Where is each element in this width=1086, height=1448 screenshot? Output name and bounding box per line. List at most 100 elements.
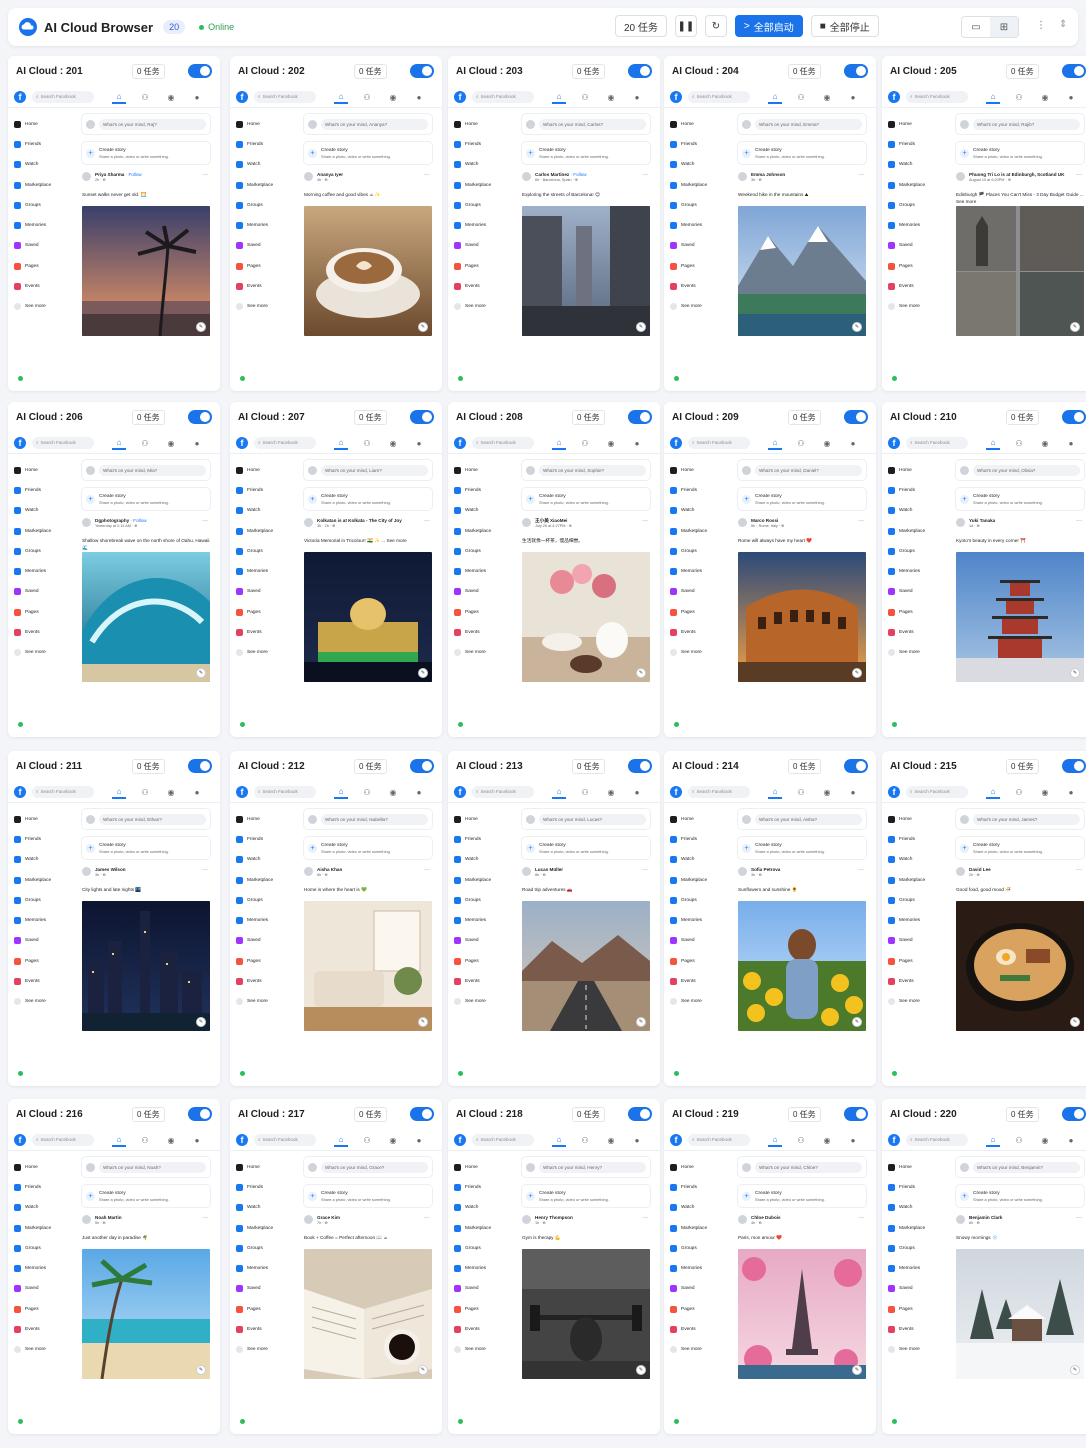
friends-icon[interactable]: ⚇ bbox=[578, 785, 592, 799]
groups-icon[interactable]: ◉ bbox=[820, 90, 834, 104]
profile-icon[interactable]: ● bbox=[1064, 1133, 1078, 1147]
sidebar-item[interactable]: Home bbox=[14, 114, 76, 134]
sidebar-item[interactable]: Pages bbox=[14, 951, 76, 971]
sidebar-item[interactable]: Home bbox=[236, 809, 298, 829]
sidebar-item[interactable]: Pages bbox=[888, 256, 950, 276]
sidebar-item[interactable]: Friends bbox=[236, 134, 298, 154]
power-toggle[interactable] bbox=[844, 64, 868, 78]
power-toggle[interactable] bbox=[844, 410, 868, 424]
post-image[interactable]: ✎ bbox=[304, 206, 432, 336]
sidebar-item[interactable]: See more bbox=[670, 992, 732, 1012]
home-icon[interactable]: ⌂ bbox=[334, 90, 348, 104]
sidebar-item[interactable]: Home bbox=[670, 809, 732, 829]
compose-input[interactable]: What's on your mind, Grace? bbox=[321, 1161, 428, 1173]
sidebar-item[interactable]: Pages bbox=[454, 256, 516, 276]
edit-icon[interactable]: ✎ bbox=[636, 322, 646, 332]
groups-icon[interactable]: ◉ bbox=[604, 1133, 618, 1147]
compose-box[interactable]: What's on your mind, Benjamin? bbox=[956, 1157, 1084, 1177]
home-icon[interactable]: ⌂ bbox=[986, 90, 1000, 104]
post-image[interactable]: ✎ bbox=[82, 901, 210, 1031]
sidebar-item[interactable]: Groups bbox=[14, 1238, 76, 1258]
sidebar-item[interactable]: Pages bbox=[670, 951, 732, 971]
post-image[interactable]: ✎ bbox=[738, 1249, 866, 1379]
sidebar-item[interactable]: Home bbox=[236, 1157, 298, 1177]
groups-icon[interactable]: ◉ bbox=[604, 785, 618, 799]
create-story[interactable]: + Create story Share a photo, video or w… bbox=[956, 142, 1084, 164]
home-icon[interactable]: ⌂ bbox=[334, 785, 348, 799]
power-toggle[interactable] bbox=[1062, 64, 1086, 78]
home-icon[interactable]: ⌂ bbox=[768, 785, 782, 799]
compose-box[interactable]: What's on your mind, Aisha? bbox=[738, 809, 866, 829]
power-toggle[interactable] bbox=[844, 759, 868, 773]
post-image[interactable]: ✎ bbox=[738, 901, 866, 1031]
sidebar-item[interactable]: Home bbox=[14, 1157, 76, 1177]
groups-icon[interactable]: ◉ bbox=[386, 1133, 400, 1147]
sidebar-item[interactable]: Friends bbox=[888, 829, 950, 849]
friends-icon[interactable]: ⚇ bbox=[1012, 436, 1026, 450]
power-toggle[interactable] bbox=[1062, 759, 1086, 773]
sidebar-item[interactable]: Pages bbox=[454, 951, 516, 971]
list-view-icon[interactable]: ▭ bbox=[962, 17, 990, 37]
sidebar-item[interactable]: Pages bbox=[454, 1299, 516, 1319]
sidebar-item[interactable]: See more bbox=[236, 1340, 298, 1360]
sidebar-item[interactable]: Marketplace bbox=[236, 1218, 298, 1238]
sidebar-item[interactable]: Saved bbox=[670, 236, 732, 256]
sidebar-item[interactable]: Marketplace bbox=[670, 870, 732, 890]
groups-icon[interactable]: ◉ bbox=[164, 785, 178, 799]
sidebar-item[interactable]: Memories bbox=[236, 215, 298, 235]
facebook-search-input[interactable]: ⌕ Search Facebook bbox=[254, 1133, 316, 1146]
profile-icon[interactable]: ● bbox=[630, 90, 644, 104]
groups-icon[interactable]: ◉ bbox=[386, 436, 400, 450]
post-image[interactable]: ✎ bbox=[304, 901, 432, 1031]
sidebar-item[interactable]: Pages bbox=[236, 602, 298, 622]
sidebar-item[interactable]: Memories bbox=[454, 1258, 516, 1278]
friends-icon[interactable]: ⚇ bbox=[578, 1133, 592, 1147]
sidebar-item[interactable]: Marketplace bbox=[670, 521, 732, 541]
sidebar-item[interactable]: Pages bbox=[236, 951, 298, 971]
facebook-logo-icon[interactable]: f bbox=[14, 785, 26, 798]
start-all-button[interactable]: > 全部启动 bbox=[734, 15, 803, 37]
compose-input[interactable]: What's on your mind, Raj? bbox=[99, 118, 206, 130]
more-options-icon[interactable]: ··· bbox=[1076, 1215, 1082, 1221]
compose-box[interactable]: What's on your mind, Emma? bbox=[738, 114, 866, 134]
facebook-search-input[interactable]: ⌕ Search Facebook bbox=[688, 436, 750, 449]
home-icon[interactable]: ⌂ bbox=[112, 785, 126, 799]
profile-icon[interactable]: ● bbox=[846, 90, 860, 104]
create-story[interactable]: + Create story Share a photo, video or w… bbox=[522, 142, 650, 164]
sidebar-item[interactable]: Watch bbox=[888, 850, 950, 870]
sidebar-item[interactable]: Pages bbox=[670, 602, 732, 622]
sidebar-item[interactable]: Events bbox=[888, 276, 950, 296]
browser-card[interactable]: AI Cloud : 213 0 任务 f ⌕ Search Facebook … bbox=[448, 751, 660, 1086]
sidebar-item[interactable]: See more bbox=[454, 297, 516, 317]
more-options-icon[interactable]: ··· bbox=[202, 518, 208, 524]
sidebar-item[interactable]: Marketplace bbox=[454, 521, 516, 541]
sidebar-item[interactable]: Saved bbox=[236, 931, 298, 951]
sidebar-item[interactable]: Marketplace bbox=[236, 521, 298, 541]
sidebar-item[interactable]: Home bbox=[888, 114, 950, 134]
post-image[interactable]: ✎ bbox=[304, 552, 432, 682]
sidebar-item[interactable]: Saved bbox=[14, 236, 76, 256]
edit-icon[interactable]: ✎ bbox=[196, 322, 206, 332]
profile-icon[interactable]: ● bbox=[190, 436, 204, 450]
sort-icon[interactable]: ⇕ bbox=[1059, 19, 1067, 30]
sidebar-item[interactable]: See more bbox=[236, 992, 298, 1012]
sidebar-item[interactable]: See more bbox=[670, 297, 732, 317]
compose-input[interactable]: What's on your mind, Ananya? bbox=[321, 118, 428, 130]
sidebar-item[interactable]: Home bbox=[236, 114, 298, 134]
sidebar-item[interactable]: Saved bbox=[888, 236, 950, 256]
sidebar-item[interactable]: Friends bbox=[454, 829, 516, 849]
facebook-logo-icon[interactable]: f bbox=[888, 90, 900, 103]
friends-icon[interactable]: ⚇ bbox=[794, 436, 808, 450]
create-story[interactable]: + Create story Share a photo, video or w… bbox=[304, 488, 432, 510]
sidebar-item[interactable]: See more bbox=[454, 992, 516, 1012]
create-story[interactable]: + Create story Share a photo, video or w… bbox=[522, 488, 650, 510]
sidebar-item[interactable]: Friends bbox=[670, 1177, 732, 1197]
home-icon[interactable]: ⌂ bbox=[768, 436, 782, 450]
edit-icon[interactable]: ✎ bbox=[418, 1017, 428, 1027]
post-image[interactable]: ✎ bbox=[82, 552, 210, 682]
profile-icon[interactable]: ● bbox=[190, 785, 204, 799]
more-options-icon[interactable]: ··· bbox=[858, 172, 864, 178]
sidebar-item[interactable]: Pages bbox=[14, 602, 76, 622]
compose-input[interactable]: What's on your mind, Henry? bbox=[539, 1161, 646, 1173]
home-icon[interactable]: ⌂ bbox=[552, 436, 566, 450]
